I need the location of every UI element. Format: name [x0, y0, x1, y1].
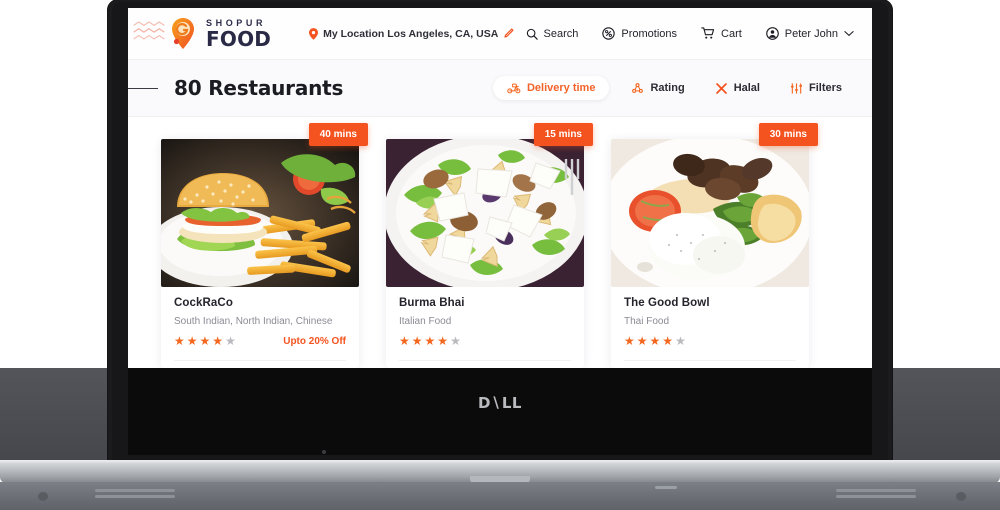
star-filled-icon: ★ [399, 334, 410, 348]
chevron-down-icon[interactable] [844, 30, 854, 37]
restaurant-location: Rs puram, Coimbatore [611, 361, 809, 368]
webcam-indicator [322, 450, 326, 454]
delivery-time-badge: 40 mins [308, 123, 368, 146]
location-label: My Location Los Angeles, CA, USA [323, 27, 499, 40]
location-pin-logo-icon [172, 17, 194, 49]
nav-promotions[interactable]: Promotions [602, 27, 677, 40]
restaurant-card-grid: 40 mins CockRaCo South Indian, North Ind… [128, 117, 872, 368]
scooter-delivery-icon [507, 83, 521, 94]
laptop-vent-left-2 [95, 495, 175, 498]
star-filled-icon: ★ [212, 334, 224, 348]
filter-chip-halal[interactable]: Halal [707, 76, 768, 101]
star-filled-icon: ★ [174, 334, 185, 348]
star-empty-icon: ★ [450, 334, 461, 348]
filter-chip-rating[interactable]: Rating [623, 76, 692, 101]
promotions-tag-icon [602, 27, 616, 40]
restaurant-location: Rs puram, Coimbatore [386, 361, 584, 368]
screen-bottom-bezel: D∖LL [128, 368, 872, 455]
header-nav: Search Promotions Cart Peter John [526, 27, 854, 40]
laptop-foot-left [38, 492, 48, 501]
star-filled-icon: ★ [186, 334, 198, 348]
brand-logo[interactable]: SHOPUR FOOD [166, 16, 271, 52]
laptop-port-right [655, 486, 677, 489]
star-empty-icon: ★ [225, 334, 236, 348]
restaurant-name: CockRaCo [174, 297, 233, 309]
restaurant-location: Rs puram, Coimbatore [161, 361, 359, 368]
restaurant-image [611, 139, 809, 287]
restaurant-image [386, 139, 584, 287]
title-lead-line [128, 88, 158, 89]
nav-promotions-label: Promotions [621, 27, 678, 40]
rating-stars: ★ ★ ★ ★ ★ [174, 335, 236, 347]
nav-user-menu[interactable]: Peter John [765, 27, 854, 40]
site-header: SHOPUR FOOD My Location Los Angeles, CA,… [128, 8, 872, 60]
nav-search-label: Search [543, 27, 579, 40]
filters-sliders-icon [791, 82, 802, 94]
offer-label: Upto 20% Off [283, 335, 346, 347]
laptop-rear-right [888, 368, 1000, 468]
delivery-time-badge: 30 mins [758, 123, 818, 146]
delivery-time-badge: 15 mins [533, 123, 593, 146]
star-empty-icon: ★ [675, 334, 686, 348]
filter-chip-label: Halal [733, 82, 760, 94]
search-icon [526, 28, 538, 40]
star-filled-icon: ★ [649, 334, 661, 348]
halal-cross-icon [715, 82, 727, 94]
laptop-mockup: SHOPUR FOOD My Location Los Angeles, CA,… [0, 0, 1000, 510]
filter-chip-label: Delivery time [526, 82, 596, 94]
laptop-screen: SHOPUR FOOD My Location Los Angeles, CA,… [128, 8, 872, 368]
restaurant-name: Burma Bhai [399, 297, 465, 309]
star-filled-icon: ★ [199, 334, 211, 348]
nav-search[interactable]: Search [526, 27, 579, 40]
nav-user-label: Peter John [784, 27, 838, 40]
filter-chip-filters[interactable]: Filters [782, 76, 850, 101]
restaurant-cuisines: South Indian, North Indian, Chinese [174, 316, 333, 327]
dell-brand-logo: D∖LL [477, 394, 522, 412]
star-filled-icon: ★ [424, 334, 436, 348]
star-filled-icon: ★ [636, 334, 648, 348]
star-filled-icon: ★ [662, 334, 674, 348]
star-filled-icon: ★ [624, 334, 635, 348]
restaurant-card[interactable]: 40 mins CockRaCo South Indian, North Ind… [161, 123, 368, 368]
nav-cart[interactable]: Cart [701, 27, 742, 40]
filter-chip-delivery-time[interactable]: Delivery time [492, 76, 610, 100]
nav-cart-label: Cart [721, 27, 742, 40]
laptop-foot-right [956, 492, 966, 501]
laptop-rear-left [0, 368, 112, 468]
page-title: 80 Restaurants [174, 76, 344, 100]
web-page: SHOPUR FOOD My Location Los Angeles, CA,… [128, 8, 872, 368]
location-pin-icon [309, 27, 319, 40]
filter-chip-label: Rating [650, 82, 685, 94]
laptop-vent-right-2 [836, 495, 916, 498]
rating-stars: ★ ★ ★ ★ ★ [624, 335, 686, 347]
restaurant-image [161, 139, 359, 287]
zigzag-decoration-icon [133, 21, 165, 40]
restaurant-card[interactable]: 30 mins The Good Bowl Thai Food ★ ★ ★ ★ … [611, 123, 818, 368]
rating-stars: ★ ★ ★ ★ ★ [399, 335, 461, 347]
pencil-edit-icon[interactable] [503, 28, 514, 39]
laptop-vent-left [95, 489, 175, 492]
rating-icon [632, 82, 644, 93]
star-filled-icon: ★ [411, 334, 423, 348]
user-avatar-icon [765, 27, 779, 40]
shopping-cart-icon [701, 27, 715, 39]
restaurant-card[interactable]: 15 mins Burma Bhai Italian Food ★ ★ ★ ★ … [386, 123, 593, 368]
laptop-port-left [330, 497, 348, 499]
restaurant-cuisines: Thai Food [624, 316, 670, 327]
filter-chip-label: Filters [808, 82, 842, 94]
location-selector[interactable]: My Location Los Angeles, CA, USA [309, 28, 514, 40]
filter-chip-group: Delivery time Rating Halal Filters [492, 76, 850, 101]
brand-bottom-text: FOOD [206, 26, 272, 51]
star-filled-icon: ★ [437, 334, 449, 348]
restaurant-name: The Good Bowl [624, 297, 710, 309]
filter-bar: 80 Restaurants Delivery time Rating Hala… [128, 60, 872, 117]
laptop-vent-right [836, 489, 916, 492]
restaurant-cuisines: Italian Food [399, 316, 452, 327]
